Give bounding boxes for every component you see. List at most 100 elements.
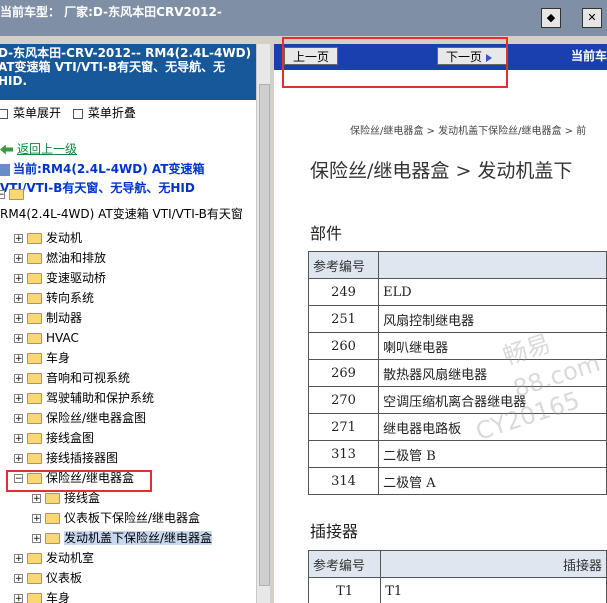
expand-icon[interactable]: +	[14, 334, 23, 344]
table-header: 参考编号	[307, 251, 607, 279]
tree-item-dash-fuse-box[interactable]: + 仪表板下保险丝/继电器盒	[32, 508, 200, 528]
col-ref-number: 参考编号	[307, 550, 382, 578]
menu-expand-button[interactable]: 菜单展开	[0, 106, 61, 120]
ref-cell: 269	[307, 359, 380, 387]
expand-icon[interactable]: +	[32, 534, 41, 544]
fuse-box-highlight	[6, 470, 152, 492]
page-title: 保险丝/继电器盒 > 发动机盖下	[310, 160, 573, 182]
tree-root-label: RM4(2.4L-4WD) AT变速箱 VTI/VTI-B有天窗	[0, 207, 243, 221]
tree-item-steering[interactable]: + 转向系统	[14, 288, 94, 308]
tree-item-label: HVAC	[46, 331, 79, 345]
tree-item-engine[interactable]: + 发动机	[14, 228, 82, 248]
expand-icon[interactable]: +	[14, 374, 23, 384]
expand-icon[interactable]: +	[14, 354, 23, 364]
left-panel: D-东风本田-CRV-2012-- RM4(2.4L-4WD) AT变速箱 VT…	[0, 44, 256, 603]
expand-icon[interactable]: +	[14, 394, 23, 404]
name-cell: 风扇控制继电器	[378, 305, 607, 333]
folder-icon	[45, 533, 60, 544]
square-icon	[0, 108, 8, 119]
expand-icon[interactable]: +	[14, 594, 23, 603]
folder-icon	[45, 513, 60, 524]
menu-collapse-button[interactable]: 菜单折叠	[72, 106, 136, 120]
tree-item-junction-diagram[interactable]: + 接线盒图	[14, 428, 94, 448]
left-scrollbar[interactable]	[256, 44, 271, 603]
expand-icon[interactable]: +	[14, 434, 23, 444]
name-cell: 二极管 B	[378, 440, 607, 468]
expand-icon[interactable]: +	[14, 314, 23, 324]
tree-item-engine-room[interactable]: + 发动机室	[14, 548, 94, 568]
tree-item-label: 音响和可视系统	[46, 371, 131, 385]
name-cell: 二极管 A	[378, 467, 607, 495]
tree-item-label: 制动器	[46, 311, 83, 325]
expand-icon[interactable]: +	[14, 414, 23, 424]
close-icon[interactable]: ✕	[582, 8, 602, 28]
current-line: VTI/VTI-B有天窗、无导航、无HID	[0, 181, 195, 195]
tree-item-connector-diagram[interactable]: + 接线插接器图	[14, 448, 118, 468]
expand-icon[interactable]: +	[14, 254, 23, 264]
tree-root[interactable]: RM4(2.4L-4WD) AT变速箱 VTI/VTI-B有天窗	[0, 204, 243, 224]
back-link[interactable]: 返回上一级	[0, 140, 77, 157]
window-title: 当前车型： 厂家:D-东风本田CRV2012-	[0, 5, 222, 19]
expand-icon[interactable]: +	[32, 494, 41, 504]
folder-icon	[9, 189, 24, 200]
tree-item-transaxle[interactable]: + 变速驱动桥	[14, 268, 106, 288]
tree-item-fuel[interactable]: + 燃油和排放	[14, 248, 106, 268]
back-arrow-icon	[0, 144, 13, 155]
menu-collapse-label: 菜单折叠	[87, 106, 136, 120]
tree-item-body[interactable]: + 车身	[14, 348, 70, 368]
expand-icon[interactable]: +	[14, 234, 23, 244]
tree-item-label: 驾驶辅助和保护系统	[46, 391, 155, 405]
tree-item-label: 转向系统	[46, 291, 95, 305]
tree-item-brakes[interactable]: + 制动器	[14, 308, 82, 328]
parts-heading: 部件	[310, 224, 343, 243]
folder-icon	[27, 553, 42, 564]
tree-item-body-2[interactable]: + 车身	[14, 588, 70, 603]
ref-cell: 314	[307, 467, 380, 495]
back-link-label: 返回上一级	[17, 142, 78, 156]
expand-icon[interactable]: +	[32, 514, 41, 524]
current-line: 当前:RM4(2.4L-4WD) AT变速箱	[13, 162, 205, 176]
col-ref-number: 参考编号	[307, 251, 380, 279]
nav-highlight	[282, 37, 508, 88]
tree-item-hood-fuse-box[interactable]: + 发动机盖下保险丝/继电器盒	[32, 528, 213, 548]
tree-expander-root[interactable]: −	[0, 184, 28, 204]
tree-item-fuse-diagram[interactable]: + 保险丝/继电器盒图	[14, 408, 146, 428]
folder-icon	[45, 493, 60, 504]
expand-icon[interactable]: +	[14, 454, 23, 464]
ref-cell: 249	[307, 278, 380, 306]
name-cell: ELD	[378, 278, 607, 306]
expand-icon[interactable]: +	[14, 554, 23, 564]
menu-row: 菜单展开 菜单折叠	[0, 104, 146, 121]
folder-icon	[27, 233, 42, 244]
document-icon	[0, 163, 10, 176]
tree-item-label: 车身	[46, 591, 71, 603]
folder-icon	[27, 413, 42, 424]
ref-cell: 251	[307, 305, 380, 333]
current-vehicle: 当前:RM4(2.4L-4WD) AT变速箱 VTI/VTI-B有天窗、无导航、…	[0, 160, 204, 198]
expand-icon[interactable]: +	[14, 574, 23, 584]
vehicle-header-line: AT变速箱 VTI/VTI-B有天窗、无导航、无	[0, 60, 226, 74]
tree-item-label: 发动机	[46, 231, 83, 245]
vehicle-header-line: D-东风本田-CRV-2012-- RM4(2.4L-4WD)	[0, 46, 252, 60]
tree-item-label: 接线插接器图	[46, 451, 119, 465]
table-row: 314 二极管 A	[307, 467, 607, 495]
folder-icon	[27, 373, 42, 384]
col-connector: 插接器	[380, 550, 607, 578]
tree-item-label: 仪表板	[46, 571, 83, 585]
tree-item-hvac[interactable]: + HVAC	[14, 328, 79, 348]
tree-item-audio[interactable]: + 音响和可视系统	[14, 368, 130, 388]
current-vehicle-label: 当前车	[570, 49, 607, 63]
expand-icon[interactable]: +	[14, 294, 23, 304]
diamond-nav-icon[interactable]: ◆	[541, 8, 561, 28]
folder-icon	[27, 313, 42, 324]
tree-item-driver-assist[interactable]: + 驾驶辅助和保护系统	[14, 388, 154, 408]
tree-item-dashboard[interactable]: + 仪表板	[14, 568, 82, 588]
scroll-thumb[interactable]	[259, 84, 270, 586]
ref-cell: 260	[307, 332, 380, 360]
folder-icon	[27, 453, 42, 464]
collapse-icon[interactable]: −	[0, 190, 5, 200]
tree-item-label: 仪表板下保险丝/继电器盒	[64, 511, 201, 525]
table-row: 313 二极管 B	[307, 440, 607, 468]
expand-icon[interactable]: +	[14, 274, 23, 284]
folder-icon	[27, 273, 42, 284]
